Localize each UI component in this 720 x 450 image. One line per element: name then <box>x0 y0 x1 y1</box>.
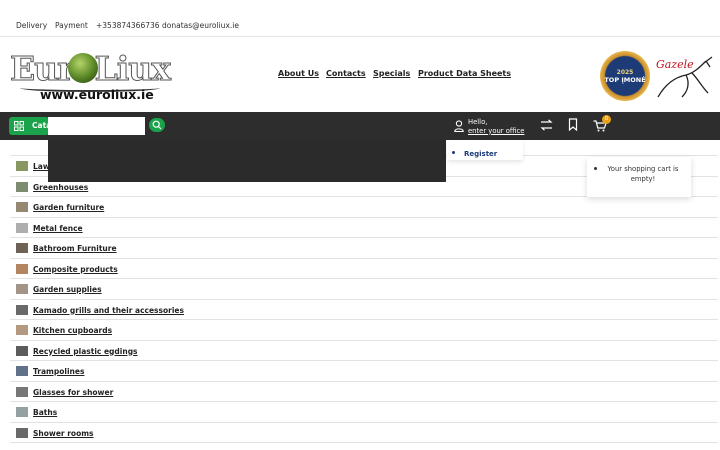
category-link[interactable]: Trampolines <box>33 367 84 376</box>
grid-icon <box>14 121 24 131</box>
user-icon[interactable] <box>454 120 464 132</box>
category-link[interactable]: Garden supplies <box>33 285 102 294</box>
category-row[interactable]: Shower rooms <box>10 423 718 443</box>
nav-contacts[interactable]: Contacts <box>326 69 366 78</box>
payment-link[interactable]: Payment <box>55 21 88 30</box>
category-row[interactable]: Trampolines <box>10 361 718 382</box>
shower-glass-icon <box>16 386 28 397</box>
bookmark-icon[interactable] <box>568 118 578 131</box>
category-link[interactable]: Recycled plastic egdings <box>33 347 138 356</box>
account-greeting[interactable]: Hello, enter your office <box>468 118 524 135</box>
category-link[interactable]: Kamado grills and their accessories <box>33 306 184 315</box>
search-dropdown <box>48 140 446 182</box>
bath-icon <box>16 407 28 417</box>
category-link[interactable]: Garden furniture <box>33 203 104 212</box>
category-row[interactable]: Bathroom Furniture <box>10 238 718 259</box>
category-link[interactable]: Bathroom Furniture <box>33 244 117 253</box>
category-row[interactable]: Garden supplies <box>10 279 718 300</box>
category-row[interactable]: Recycled plastic egdings <box>10 341 718 361</box>
cart-popup: Your shopping cart is empty! <box>587 157 691 197</box>
category-link[interactable]: Metal fence <box>33 224 83 233</box>
category-row[interactable]: Metal fence <box>10 218 718 238</box>
email-link[interactable]: donatas@euroliux.ie <box>162 21 239 30</box>
bullet <box>594 167 597 170</box>
account-menu: Register <box>447 140 523 160</box>
register-link[interactable]: Register <box>464 150 497 158</box>
nav-about-us[interactable]: About Us <box>278 69 319 78</box>
category-link[interactable]: Kitchen cupboards <box>33 326 112 335</box>
category-link[interactable]: Composite products <box>33 265 118 274</box>
cart-count-badge: 0 <box>602 115 611 124</box>
cupboard-icon <box>16 325 28 335</box>
badge-year: 2025 <box>616 69 634 76</box>
greenhouse-icon <box>16 181 28 192</box>
badge-text: TOP ĮMONĖ <box>604 76 646 84</box>
site-logo[interactable]: EuroLiux www.euroliux.ie <box>8 47 172 103</box>
category-link[interactable]: Glasses for shower <box>33 388 113 397</box>
fence-icon <box>16 222 28 233</box>
delivery-link[interactable]: Delivery <box>16 21 47 30</box>
category-row[interactable]: Baths <box>10 402 718 423</box>
bullet <box>452 151 455 154</box>
garden-furniture-icon <box>16 202 28 212</box>
bathroom-furniture-icon <box>16 243 28 253</box>
category-link[interactable]: Baths <box>33 408 57 417</box>
category-row[interactable]: Kamado grills and their accessories <box>10 300 718 320</box>
search-input[interactable] <box>48 117 145 135</box>
grill-icon <box>16 304 28 315</box>
logo-url: www.euroliux.ie <box>40 87 154 102</box>
lawn-icon <box>16 161 28 171</box>
category-row[interactable]: Kitchen cupboards <box>10 320 718 341</box>
edging-icon <box>16 345 28 356</box>
trampoline-icon <box>16 366 28 376</box>
category-list: Law Greenhouses Garden furniture Metal fenc… <box>10 155 718 443</box>
search-button[interactable] <box>149 118 165 132</box>
garden-supplies-icon <box>16 284 28 294</box>
gazele-logo: Gazele <box>652 53 714 101</box>
search-icon <box>152 120 162 130</box>
nav-specials[interactable]: Specials <box>373 69 410 78</box>
nav-product-data-sheets[interactable]: Product Data Sheets <box>418 69 511 78</box>
header: EuroLiux www.euroliux.ie About Us Contac… <box>0 37 720 112</box>
category-link[interactable]: Greenhouses <box>33 183 88 192</box>
globe-icon <box>68 53 98 83</box>
phone-link[interactable]: +353874366736 <box>96 21 160 30</box>
account-link[interactable]: enter your office <box>468 127 524 136</box>
top-bar: Delivery Payment +353874366736 donatas@e… <box>0 12 720 37</box>
compare-icon[interactable] <box>540 119 553 131</box>
shower-room-icon <box>16 427 28 438</box>
composite-icon <box>16 263 28 274</box>
category-row[interactable]: Composite products <box>10 259 718 279</box>
gazele-text: Gazele <box>656 58 694 71</box>
cart-empty-message: Your shopping cart is empty! <box>607 165 679 183</box>
hello-text: Hello, <box>468 118 488 126</box>
category-row[interactable]: Glasses for shower <box>10 382 718 402</box>
top-company-badge: 2025 TOP ĮMONĖ <box>600 51 650 101</box>
category-row[interactable]: Garden furniture <box>10 197 718 218</box>
category-link[interactable]: Shower rooms <box>33 429 94 438</box>
